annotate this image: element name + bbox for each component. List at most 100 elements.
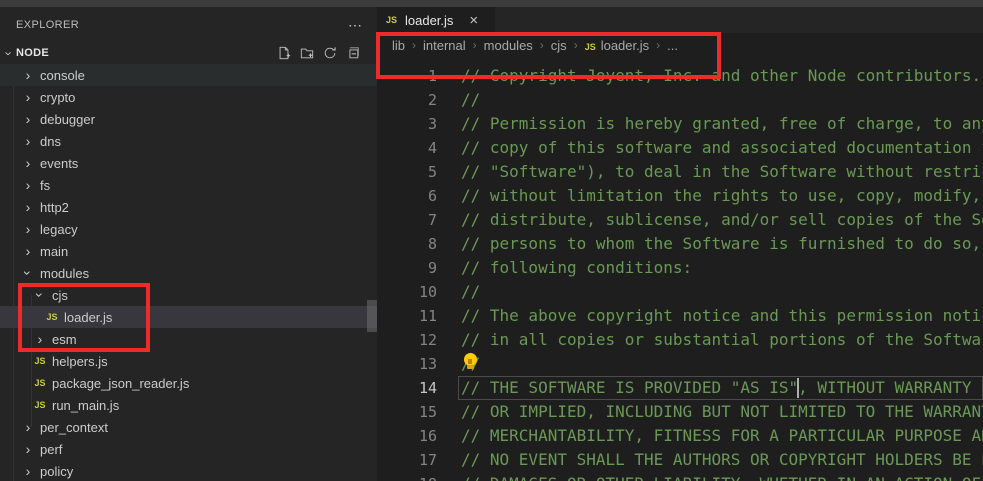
sidebar-item-label: policy <box>40 464 73 479</box>
sidebar-item-per-context[interactable]: › per_context <box>0 416 377 438</box>
explorer-sidebar: EXPLORER ⋯ › NODE <box>0 7 377 481</box>
sidebar-item-cjs[interactable]: ›cjs <box>0 284 377 306</box>
chevron-right-icon: › <box>20 89 36 105</box>
js-file-icon: JS <box>44 312 60 322</box>
code-line-8: 8// persons to whom the Software is furn… <box>377 232 983 256</box>
chevron-right-icon: › <box>32 331 48 347</box>
code-text: // distribute, sublicense, and/or sell c… <box>437 208 983 232</box>
js-file-icon: JS <box>585 42 596 52</box>
new-file-icon[interactable] <box>276 45 292 61</box>
sidebar-item-policy[interactable]: ›policy <box>0 460 377 481</box>
line-number: 14 <box>377 376 437 400</box>
sidebar-item-dns[interactable]: › dns <box>0 130 377 152</box>
line-number: 2 <box>377 88 437 112</box>
line-number: 15 <box>377 400 437 424</box>
code-text: // <box>437 280 480 304</box>
sidebar-item-label: per_context <box>40 420 108 435</box>
sidebar-item-label: perf <box>40 442 62 457</box>
new-folder-icon[interactable] <box>299 45 315 61</box>
sidebar-item-modules[interactable]: ›modules <box>0 262 377 284</box>
chevron-down-icon: › <box>20 265 36 281</box>
sidebar-item-loader-js[interactable]: JSloader.js <box>0 306 377 328</box>
editor-pane: JS loader.js × lib›internal›modules›cjs›… <box>377 7 983 481</box>
code-line-16: 16// MERCHANTABILITY, FITNESS FOR A PART… <box>377 424 983 448</box>
sidebar-item-esm[interactable]: › esm <box>0 328 377 350</box>
breadcrumb-item-internal[interactable]: internal <box>423 38 466 53</box>
code-text: // following conditions: <box>437 256 692 280</box>
tab-bar: JS loader.js × <box>377 7 983 33</box>
sidebar-item-legacy[interactable]: ›legacy <box>0 218 377 240</box>
text-cursor <box>797 378 799 398</box>
sidebar-item-perf[interactable]: › perf <box>0 438 377 460</box>
sidebar-item-main[interactable]: ›main <box>0 240 377 262</box>
breadcrumb-item-modules[interactable]: modules <box>484 38 533 53</box>
code-line-18: 18// DAMAGES OR OTHER LIABILITY, WHETHER… <box>377 472 983 481</box>
code-text: // in all copies or substantial portions… <box>437 328 983 352</box>
code-line-10: 10// <box>377 280 983 304</box>
code-text: // DAMAGES OR OTHER LIABILITY, WHETHER I… <box>437 472 983 481</box>
line-number: 6 <box>377 184 437 208</box>
code-line-17: 17// NO EVENT SHALL THE AUTHORS OR COPYR… <box>377 448 983 472</box>
code-text: // THE SOFTWARE IS PROVIDED "AS IS", WIT… <box>437 376 983 400</box>
sidebar-item-package-json-reader-js[interactable]: JSpackage_json_reader.js <box>0 372 377 394</box>
line-number: 12 <box>377 328 437 352</box>
chevron-right-icon: › <box>20 155 36 171</box>
breadcrumb-separator: › <box>656 38 660 52</box>
code-line-4: 4// copy of this software and associated… <box>377 136 983 160</box>
title-bar <box>0 0 983 7</box>
code-text: // Copyright Joyent, Inc. and other Node… <box>437 64 981 88</box>
sidebar-item-console[interactable]: ›console <box>0 64 377 86</box>
line-number: 17 <box>377 448 437 472</box>
code-line-9: 9// following conditions: <box>377 256 983 280</box>
node-section-title: NODE <box>16 47 276 59</box>
tab-loader-js[interactable]: JS loader.js × <box>377 7 495 33</box>
breadcrumb-item-loader-js[interactable]: JSloader.js <box>585 38 649 53</box>
line-number: 7 <box>377 208 437 232</box>
chevron-right-icon: › <box>20 221 36 237</box>
chevron-right-icon: › <box>20 133 36 149</box>
refresh-icon[interactable] <box>322 45 338 61</box>
code-area[interactable]: 1// Copyright Joyent, Inc. and other Nod… <box>377 57 983 481</box>
sidebar-item-events[interactable]: › events <box>0 152 377 174</box>
line-number: 3 <box>377 112 437 136</box>
lightbulb-icon[interactable] <box>463 353 478 370</box>
collapse-all-icon[interactable] <box>345 45 361 61</box>
code-text: // MERCHANTABILITY, FITNESS FOR A PARTIC… <box>437 424 983 448</box>
code-line-3: 3// Permission is hereby granted, free o… <box>377 112 983 136</box>
node-section-header[interactable]: › NODE <box>0 42 377 64</box>
breadcrumb-separator: › <box>473 38 477 52</box>
sidebar-item-label: http2 <box>40 200 69 215</box>
sidebar-item-label: dns <box>40 134 61 149</box>
chevron-right-icon: › <box>20 441 36 457</box>
sidebar-item-label: run_main.js <box>52 398 119 413</box>
line-number: 8 <box>377 232 437 256</box>
sidebar-item-label: esm <box>52 332 77 347</box>
breadcrumb-item-lib[interactable]: lib <box>392 38 405 53</box>
code-text: // "Software"), to deal in the Software … <box>437 160 983 184</box>
chevron-right-icon: › <box>20 177 36 193</box>
sidebar-item-label: cjs <box>52 288 68 303</box>
code-line-2: 2// <box>377 88 983 112</box>
chevron-right-icon: › <box>20 419 36 435</box>
sidebar-scrollbar-thumb[interactable] <box>367 300 377 332</box>
code-line-1: 1// Copyright Joyent, Inc. and other Nod… <box>377 64 983 88</box>
sidebar-item-http2[interactable]: ›http2 <box>0 196 377 218</box>
sidebar-item-label: events <box>40 156 78 171</box>
breadcrumb-item--[interactable]: ... <box>667 38 678 53</box>
sidebar-item-run-main-js[interactable]: JSrun_main.js <box>0 394 377 416</box>
js-file-icon: JS <box>32 378 48 388</box>
explorer-header: EXPLORER ⋯ <box>0 7 377 42</box>
code-line-11: 11// The above copyright notice and this… <box>377 304 983 328</box>
line-number: 5 <box>377 160 437 184</box>
sidebar-item-debugger[interactable]: ›debugger <box>0 108 377 130</box>
tab-label: loader.js <box>405 13 453 28</box>
more-actions-icon[interactable]: ⋯ <box>348 21 363 29</box>
sidebar-item-crypto[interactable]: ›crypto <box>0 86 377 108</box>
line-number: 16 <box>377 424 437 448</box>
breadcrumb-item-cjs[interactable]: cjs <box>551 38 567 53</box>
sidebar-item-fs[interactable]: ›fs <box>0 174 377 196</box>
breadcrumb-separator: › <box>574 38 578 52</box>
code-text: // persons to whom the Software is furni… <box>437 232 983 256</box>
close-tab-icon[interactable]: × <box>469 12 478 29</box>
sidebar-item-helpers-js[interactable]: JShelpers.js <box>0 350 377 372</box>
